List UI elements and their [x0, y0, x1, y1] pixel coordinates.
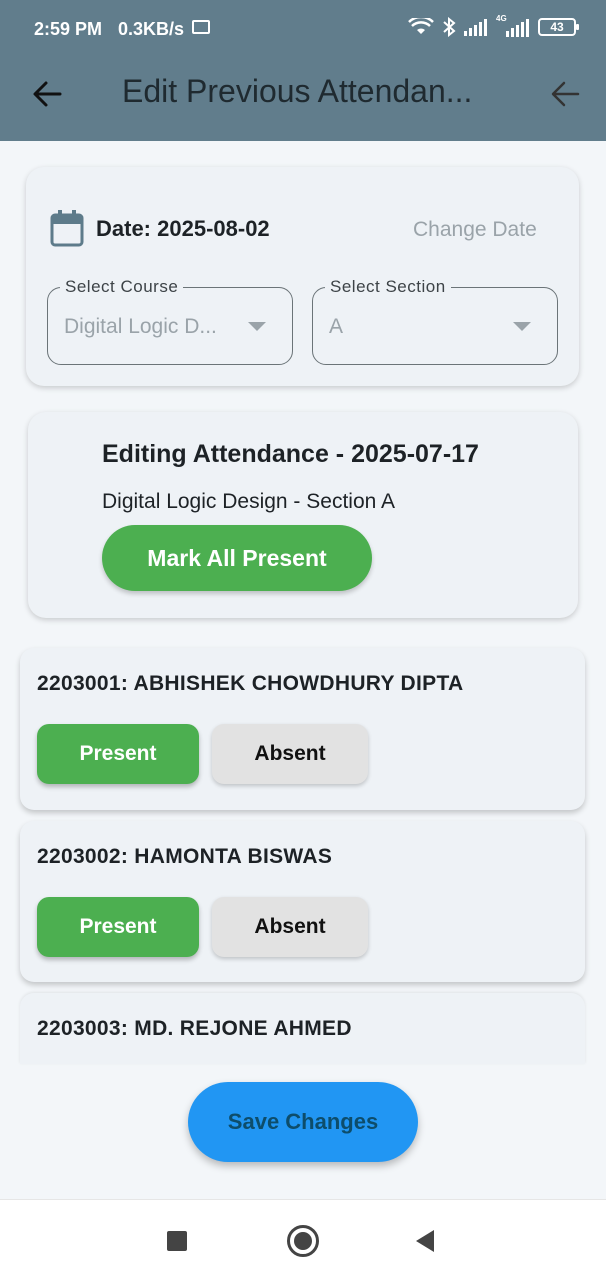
editing-subtitle: Digital Logic Design - Section A	[102, 490, 395, 513]
section-select-value: A	[329, 315, 344, 338]
dropdown-caret-icon	[248, 322, 266, 331]
absent-button[interactable]: Absent	[212, 897, 368, 957]
sim-icon	[192, 20, 210, 34]
section-select-label: Select Section	[325, 277, 451, 297]
back-triangle-icon[interactable]	[416, 1230, 434, 1252]
status-bar: 2:59 PM 0.3KB/s 4G 43	[0, 0, 606, 60]
student-card: 2203001: ABHISHEK CHOWDHURY DIPTA Presen…	[20, 648, 585, 810]
student-name: 2203001: ABHISHEK CHOWDHURY DIPTA	[37, 672, 464, 695]
present-button[interactable]: Present	[37, 897, 199, 957]
course-select[interactable]: Select Course Digital Logic D...	[47, 277, 293, 365]
selected-date: Date: 2025-08-02	[96, 216, 270, 241]
signal-icon	[464, 19, 487, 36]
student-card: 2203003: MD. REJONE AHMED	[20, 993, 585, 1064]
student-name: 2203003: MD. REJONE AHMED	[37, 1017, 352, 1040]
change-date-button[interactable]: Change Date	[413, 218, 537, 242]
wifi-icon	[408, 18, 434, 34]
app-header: 2:59 PM 0.3KB/s 4G 43 Edit Previous Atte…	[0, 0, 606, 141]
course-select-label: Select Course	[60, 277, 184, 297]
student-name: 2203002: HAMONTA BISWAS	[37, 845, 333, 868]
student-card: 2203002: HAMONTA BISWAS Present Absent	[20, 821, 585, 982]
filter-card: Date: 2025-08-02 Change Date Select Cour…	[26, 167, 579, 386]
home-icon[interactable]	[287, 1225, 319, 1257]
section-select[interactable]: Select Section A	[312, 277, 558, 365]
absent-button[interactable]: Absent	[212, 724, 368, 784]
mark-all-present-button[interactable]: Mark All Present	[102, 525, 372, 591]
save-changes-button[interactable]: Save Changes	[188, 1082, 418, 1162]
bluetooth-icon	[443, 17, 456, 37]
editing-title: Editing Attendance - 2025-07-17	[102, 440, 479, 468]
back-arrow-icon[interactable]	[30, 76, 66, 112]
signal-4g-icon: 4G	[496, 14, 530, 37]
status-network-speed: 0.3KB/s	[118, 19, 185, 39]
signal-4g-bars-icon	[506, 19, 529, 37]
recents-icon[interactable]	[167, 1231, 187, 1251]
battery-icon: 43	[538, 18, 579, 36]
status-icons: 4G 43	[408, 14, 579, 37]
page-title: Edit Previous Attendan...	[122, 73, 473, 109]
present-button[interactable]: Present	[37, 724, 199, 784]
system-nav-bar	[0, 1199, 606, 1280]
editing-card: Editing Attendance - 2025-07-17 Digital …	[28, 412, 578, 618]
status-time: 2:59 PM	[34, 19, 103, 39]
calendar-icon	[50, 210, 84, 247]
course-select-value: Digital Logic D...	[64, 315, 217, 338]
back-arrow-icon-secondary[interactable]	[548, 76, 584, 112]
dropdown-caret-icon	[513, 322, 531, 331]
